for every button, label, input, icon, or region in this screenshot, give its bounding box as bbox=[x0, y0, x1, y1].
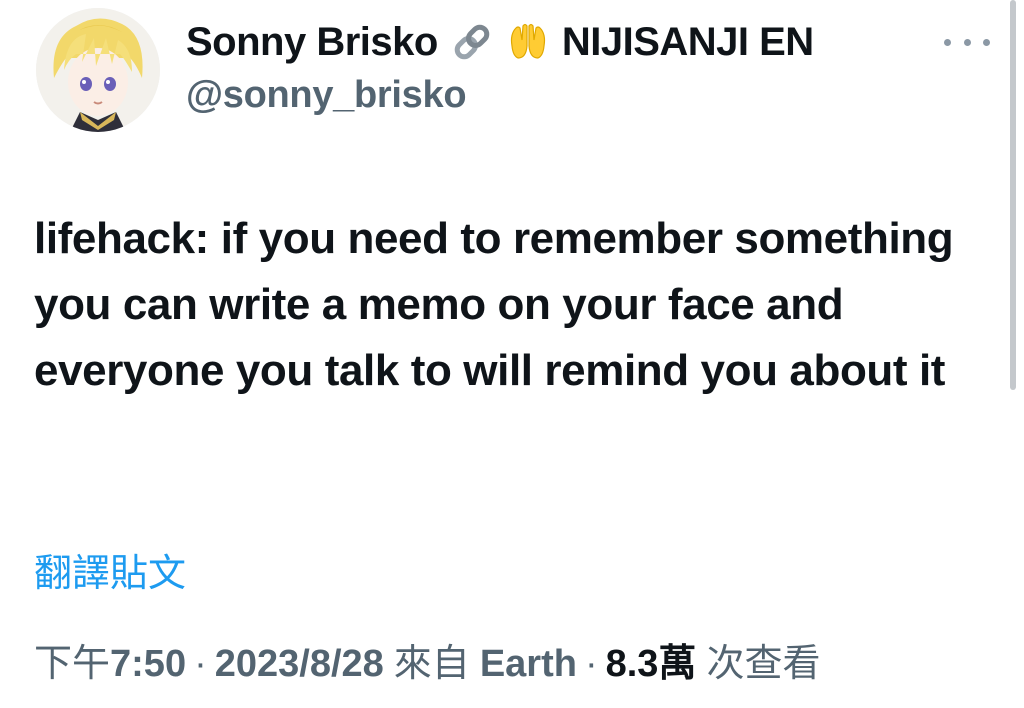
more-options-button[interactable] bbox=[944, 30, 990, 54]
tweet-time[interactable]: 7:50 bbox=[110, 643, 186, 686]
avatar-illustration bbox=[36, 8, 160, 132]
tweet-text: lifehack: if you need to remember someth… bbox=[34, 206, 994, 404]
display-name[interactable]: Sonny Brisko bbox=[186, 20, 438, 65]
meta-separator: · bbox=[194, 643, 207, 685]
name-suffix: NIJISANJI EN bbox=[561, 19, 814, 64]
link-icon bbox=[450, 20, 494, 64]
more-dot-icon bbox=[944, 38, 951, 46]
avatar[interactable] bbox=[36, 8, 160, 132]
author-name-row[interactable]: Sonny Brisko NIJISANJI EN bbox=[186, 14, 814, 70]
raising-hands-icon bbox=[506, 20, 550, 64]
more-dot-icon bbox=[963, 38, 971, 46]
meta-separator: · bbox=[584, 643, 598, 685]
tweet-text-content: lifehack: if you need to remember someth… bbox=[34, 214, 954, 395]
views-count[interactable]: 8.3萬 bbox=[606, 632, 697, 687]
author-handle[interactable]: @sonny_brisko bbox=[186, 74, 467, 117]
tweet-meta: 下午 7:50 · 2023/8/28 來自 Earth · 8.3萬 次查看 bbox=[34, 632, 820, 687]
tweet-source: Earth bbox=[479, 643, 577, 685]
more-dot-icon bbox=[983, 38, 990, 46]
views-label[interactable]: 次查看 bbox=[706, 632, 820, 687]
source-prefix: 來自 bbox=[393, 641, 470, 685]
time-prefix: 下午 bbox=[34, 641, 111, 685]
translate-post-link[interactable]: 翻譯貼文 bbox=[34, 542, 186, 597]
tweet-date[interactable]: 2023/8/28 bbox=[215, 643, 384, 686]
scrollbar[interactable] bbox=[1010, 0, 1016, 390]
tweet-card: Sonny Brisko NIJISANJI EN @sonny_brisko … bbox=[0, 0, 1024, 708]
